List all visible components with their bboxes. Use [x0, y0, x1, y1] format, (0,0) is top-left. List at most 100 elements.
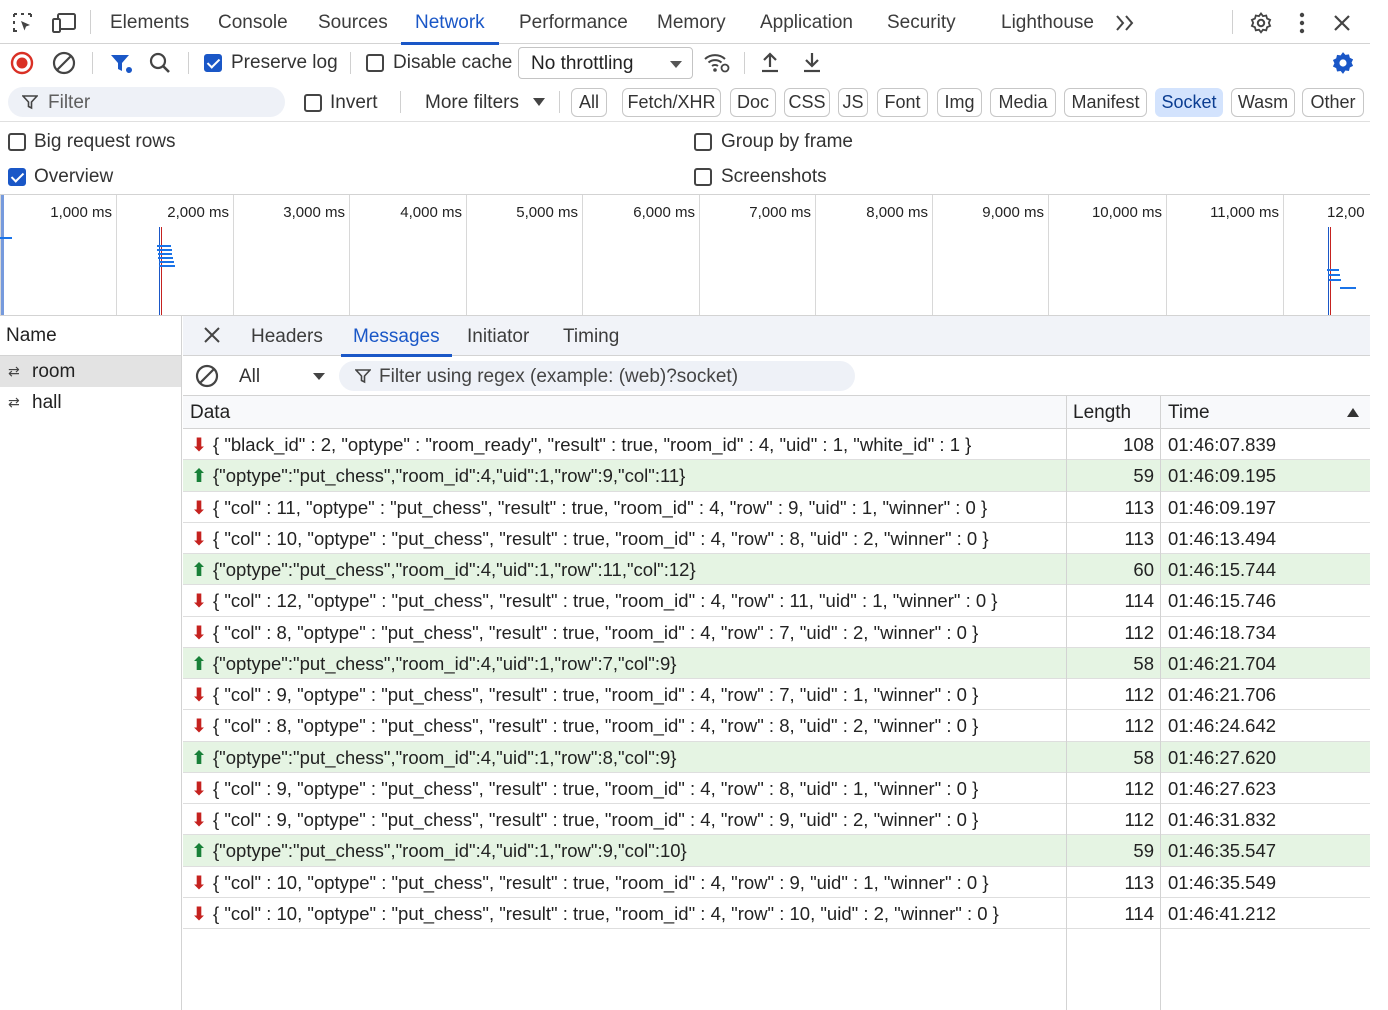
- type-filter-doc[interactable]: Doc: [730, 88, 776, 117]
- message-row[interactable]: ⬇ { "col" : 10, "optype" : "put_chess", "…: [183, 523, 1370, 554]
- message-data-text: { "col" : 9, "optype" : "put_chess", "re…: [213, 777, 979, 799]
- timeline-tick: 2,000 ms: [116, 195, 233, 315]
- message-type-select[interactable]: All: [239, 366, 260, 388]
- tab-sources[interactable]: Sources: [318, 0, 388, 44]
- tab-performance[interactable]: Performance: [519, 0, 628, 44]
- type-filter-js[interactable]: JS: [838, 88, 868, 117]
- column-header-length[interactable]: Length: [1066, 396, 1131, 429]
- tab-security[interactable]: Security: [887, 0, 956, 44]
- export-har-download-icon[interactable]: [800, 50, 824, 79]
- disable-cache-checkbox[interactable]: [366, 54, 384, 72]
- timeline-tick: 11,000 ms: [1166, 195, 1283, 315]
- message-row[interactable]: ⬇ { "col" : 9, "optype" : "put_chess", "r…: [183, 679, 1370, 711]
- throttling-select[interactable]: No throttling: [518, 47, 693, 79]
- clear-log-icon[interactable]: [52, 51, 76, 80]
- search-icon[interactable]: [148, 51, 172, 80]
- close-devtools-icon[interactable]: [1329, 10, 1355, 36]
- column-header-time[interactable]: Time: [1161, 396, 1210, 429]
- tick-label: 2,000 ms: [167, 204, 229, 221]
- tab-application[interactable]: Application: [760, 0, 853, 44]
- message-length-cell: 112: [1124, 777, 1155, 799]
- tab-messages[interactable]: Messages: [341, 316, 452, 357]
- type-filter-all[interactable]: All: [571, 88, 607, 117]
- request-item-hall[interactable]: ⇄ hall: [0, 387, 181, 418]
- filter-funnel-icon[interactable]: [109, 52, 133, 81]
- device-toolbar-icon[interactable]: [51, 10, 77, 36]
- type-filter-media[interactable]: Media: [990, 88, 1056, 117]
- column-header-data[interactable]: Data: [183, 396, 230, 429]
- invert-checkbox[interactable]: [304, 94, 322, 112]
- message-regex-filter-input[interactable]: Filter using regex (example: (web)?socke…: [339, 361, 855, 391]
- screenshots-checkbox[interactable]: [694, 168, 712, 186]
- preserve-log-checkbox[interactable]: [204, 54, 222, 72]
- message-row[interactable]: ⬇ { "black_id" : 2, "optype" : "room_read…: [183, 429, 1370, 461]
- message-row[interactable]: ⬇ { "col" : 9, "optype" : "put_chess", "r…: [183, 773, 1370, 804]
- timeline-tick: 5,000 ms: [466, 195, 582, 315]
- request-bar: [1328, 274, 1340, 276]
- more-options-kebab-icon[interactable]: [1289, 10, 1315, 36]
- stop-recording-icon[interactable]: [10, 51, 34, 80]
- overview-checkbox[interactable]: [8, 168, 26, 186]
- preserve-log-label: Preserve log: [231, 52, 338, 73]
- type-filter-fetch-xhr[interactable]: Fetch/XHR: [622, 88, 721, 117]
- type-filter-manifest[interactable]: Manifest: [1064, 88, 1147, 117]
- message-row[interactable]: ⬆ {"optype":"put_chess","room_id":4,"uid"…: [183, 554, 1370, 586]
- network-conditions-wifi-icon[interactable]: [703, 51, 731, 80]
- close-detail-icon[interactable]: [203, 326, 221, 349]
- request-item-room[interactable]: ⇄ room: [0, 356, 181, 387]
- name-column-header[interactable]: Name: [0, 316, 181, 356]
- message-row[interactable]: ⬆ {"optype":"put_chess","room_id":4,"uid"…: [183, 647, 1370, 679]
- type-filter-img[interactable]: Img: [937, 88, 982, 117]
- request-name: hall: [32, 391, 62, 413]
- message-data-cell: ⬆ {"optype":"put_chess","room_id":4,"uid"…: [191, 554, 1063, 585]
- message-row[interactable]: ⬆ {"optype":"put_chess","room_id":4,"uid"…: [183, 741, 1370, 773]
- message-row[interactable]: ⬆ {"optype":"put_chess","room_id":4,"uid"…: [183, 835, 1370, 867]
- tab-lighthouse[interactable]: Lighthouse: [1001, 0, 1094, 44]
- inspect-element-icon[interactable]: [10, 10, 36, 36]
- timeline-tick: 12,00: [1283, 195, 1370, 315]
- message-data-text: { "black_id" : 2, "optype" : "room_ready…: [213, 434, 972, 455]
- type-filter-other[interactable]: Other: [1302, 88, 1364, 117]
- message-row[interactable]: ⬇ { "col" : 8, "optype" : "put_chess", "r…: [183, 617, 1370, 648]
- request-bar: [1340, 287, 1356, 289]
- tab-timing[interactable]: Timing: [563, 316, 619, 356]
- big-request-rows-checkbox[interactable]: [8, 133, 26, 151]
- tab-memory[interactable]: Memory: [657, 0, 726, 44]
- message-time-cell: 01:46:21.706: [1168, 684, 1277, 705]
- more-filters-caret-icon: [533, 98, 545, 106]
- tab-network[interactable]: Network: [401, 0, 499, 45]
- settings-gear-icon[interactable]: [1248, 10, 1274, 36]
- clear-messages-icon[interactable]: [195, 364, 219, 393]
- type-filter-font[interactable]: Font: [877, 88, 928, 117]
- overview-timeline[interactable]: 1,000 ms 2,000 ms 3,000 ms 4,000 ms 5,00…: [0, 194, 1370, 316]
- tab-initiator[interactable]: Initiator: [467, 316, 529, 356]
- message-row[interactable]: ⬆ {"optype":"put_chess","room_id":4,"uid"…: [183, 460, 1370, 492]
- type-filter-wasm[interactable]: Wasm: [1231, 88, 1295, 117]
- network-settings-gear-icon[interactable]: [1330, 50, 1356, 81]
- tab-elements[interactable]: Elements: [110, 0, 189, 44]
- more-filters-dropdown[interactable]: More filters: [425, 92, 519, 114]
- group-by-frame-checkbox[interactable]: [694, 133, 712, 151]
- message-row[interactable]: ⬇ { "col" : 8, "optype" : "put_chess", "r…: [183, 710, 1370, 742]
- import-har-upload-icon[interactable]: [758, 50, 782, 79]
- message-data-text: {"optype":"put_chess","room_id":4,"uid":…: [213, 465, 686, 487]
- message-row[interactable]: ⬇ { "col" : 12, "optype" : "put_chess", "…: [183, 585, 1370, 617]
- message-row[interactable]: ⬇ { "col" : 9, "optype" : "put_chess", "r…: [183, 804, 1370, 836]
- type-filter-socket[interactable]: Socket: [1155, 88, 1223, 117]
- filter-input[interactable]: Filter: [8, 87, 285, 117]
- sent-arrow-icon: ⬆: [191, 652, 207, 674]
- more-tabs-chevron-icon[interactable]: [1112, 10, 1138, 36]
- tab-headers[interactable]: Headers: [251, 316, 323, 356]
- type-filter-css[interactable]: CSS: [784, 88, 830, 117]
- tick-label: 12,00: [1327, 204, 1365, 221]
- message-row[interactable]: ⬇ { "col" : 10, "optype" : "put_chess", "…: [183, 867, 1370, 898]
- tab-console[interactable]: Console: [218, 0, 288, 44]
- message-row[interactable]: ⬇ { "col" : 10, "optype" : "put_chess", "…: [183, 898, 1370, 929]
- message-row[interactable]: ⬇ { "col" : 11, "optype" : "put_chess", "…: [183, 492, 1370, 523]
- message-time-cell: 01:46:15.746: [1168, 590, 1277, 612]
- timeline-tick: 8,000 ms: [815, 195, 932, 315]
- received-arrow-icon: ⬇: [191, 590, 207, 612]
- message-data-cell: ⬇ { "col" : 10, "optype" : "put_chess", "…: [191, 867, 1063, 898]
- received-arrow-icon: ⬇: [191, 684, 207, 705]
- dropdown-caret-icon: [670, 61, 682, 68]
